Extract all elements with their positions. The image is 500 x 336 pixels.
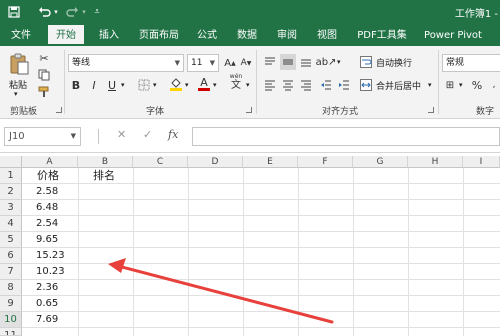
annotation-arrow [108,258,334,324]
